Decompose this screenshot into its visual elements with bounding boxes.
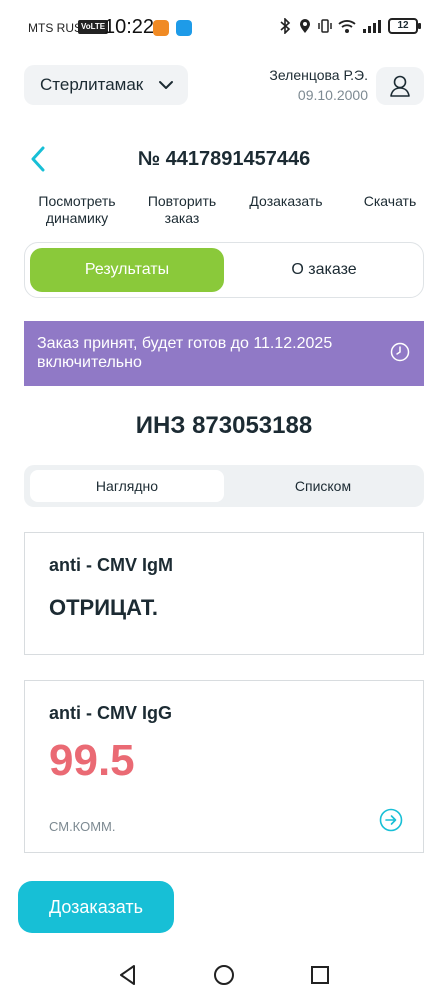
download-button[interactable]: Скачать [356,193,424,210]
repeat-order-button[interactable]: Повторить заказ [138,193,226,227]
nav-recents-icon[interactable] [308,963,332,987]
order-status-banner: Заказ принят, будет готов до 11.12.2025 … [24,321,424,386]
repeat-order-label-1: Повторить [147,193,217,209]
test-name: anti - CMV IgG [49,703,172,723]
vibrate-icon [318,19,332,33]
status-bar: MTS RUS VoLTE 10:22 12 [0,0,448,58]
notification-app-icon [153,20,169,36]
location-icon [300,19,310,33]
chevron-down-icon [159,81,173,89]
order-status-text: Заказ принят, будет готов до 11.12.2025 … [37,335,333,371]
user-name: Зеленцова Р.Э. [269,67,368,83]
reorder-button[interactable]: Дозаказать [18,881,174,933]
bluetooth-icon [280,18,291,34]
carrier-label: MTS RUS [28,21,82,35]
result-card[interactable]: anti - CMV IgM ОТРИЦАТ. [24,532,424,655]
profile-button[interactable] [376,67,424,105]
arrow-right-circle-icon[interactable] [379,808,403,832]
city-label: Стерлитамак [40,75,144,94]
repeat-order-label-2: заказ [164,210,200,226]
user-birthdate: 09.10.2000 [297,87,368,103]
inz-number: ИНЗ 873053188 [135,412,313,439]
test-value: 99.5 [49,736,135,785]
view-dynamics-label-2: динамику [45,210,109,226]
system-nav-bar [0,945,448,1000]
user-icon [390,75,410,97]
tab-list[interactable]: Списком [228,470,418,502]
view-toggle: Наглядно Списком [24,465,424,507]
clock: 10:22 [104,16,155,38]
main-tabs: Результаты О заказе [24,242,424,298]
clock-icon [390,342,410,362]
city-selector[interactable]: Стерлитамак [24,65,188,105]
battery-icon: 12 [388,18,421,34]
add-order-button[interactable]: Дозаказать [240,193,332,210]
nav-back-icon[interactable] [116,963,140,987]
nav-home-icon[interactable] [212,963,236,987]
tab-about-order[interactable]: О заказе [229,248,419,292]
signal-icon [363,20,381,33]
view-dynamics-button[interactable]: Посмотреть динамику [32,193,122,227]
test-comment: СМ.КОММ. [49,819,116,834]
tab-results[interactable]: Результаты [30,248,224,292]
tab-visual[interactable]: Наглядно [30,470,224,502]
wifi-icon [338,20,356,33]
view-dynamics-label-1: Посмотреть [38,193,116,209]
messenger-app-icon [176,20,192,36]
system-icons: 12 [278,18,421,34]
test-value: ОТРИЦАТ. [49,595,158,620]
order-number: № 4417891457446 [137,148,311,170]
order-actions: Посмотреть динамику Повторить заказ Доза… [0,193,448,233]
user-info: Зеленцова Р.Э. 09.10.2000 [269,67,368,103]
result-card[interactable]: anti - CMV IgG 99.5 СМ.КОММ. [24,680,424,853]
test-name: anti - CMV IgM [49,555,173,575]
